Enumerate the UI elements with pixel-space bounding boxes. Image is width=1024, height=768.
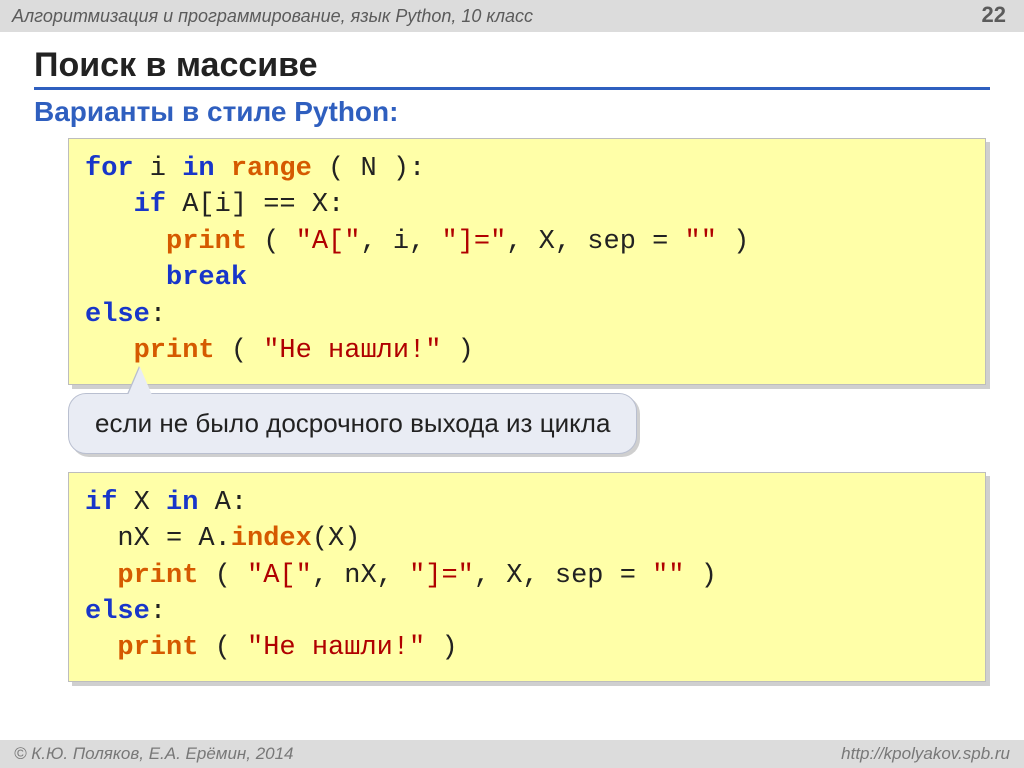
code-text: i [134,154,183,184]
code-text: ) [717,227,749,257]
header-bar: Алгоритмизация и программирование, язык … [0,0,1024,32]
code-text: , i, [360,227,441,257]
callout-wrap: если не было досрочного выхода из цикла [68,393,986,454]
code-text: ) [425,633,457,663]
kw-else: else [85,300,150,330]
kw-in: in [182,154,214,184]
code-text: ( [247,227,296,257]
code-block-1: for i in range ( N ): if A[i] == X: prin… [68,138,986,385]
page-number: 22 [982,2,1006,28]
str: "Не нашли!" [247,633,425,663]
code-text [85,190,134,220]
code-block-2: if X in A: nX = A.index(X) print ( "A[",… [68,472,986,682]
title-underline [34,87,990,90]
fn-print: print [117,633,198,663]
fn-print: print [134,336,215,366]
str: "A[" [247,561,312,591]
copyright: © К.Ю. Поляков, Е.А. Ерёмин, 2014 [14,744,294,764]
kw-if: if [134,190,166,220]
code-text [215,154,231,184]
code-text: A: [198,488,247,518]
code-text: ( [198,561,247,591]
footer-url: http://kpolyakov.spb.ru [841,744,1010,764]
course-title: Алгоритмизация и программирование, язык … [12,6,533,27]
code-text [85,227,166,257]
code-text: : [150,300,166,330]
str: "" [652,561,684,591]
code-text: A[i] == X: [166,190,344,220]
str: "]=" [409,561,474,591]
callout-bubble: если не было досрочного выхода из цикла [68,393,637,454]
code-text: ( N ): [312,154,425,184]
code-text: ) [685,561,717,591]
kw-in: in [166,488,198,518]
callout-tail-icon [128,367,152,395]
slide-subtitle: Варианты в стиле Python: [34,96,990,128]
code-text: X [117,488,166,518]
callout-text: если не было досрочного выхода из цикла [95,408,610,438]
fn-range: range [231,154,312,184]
code-text: , X, sep = [474,561,652,591]
footer-bar: © К.Ю. Поляков, Е.А. Ерёмин, 2014 http:/… [0,740,1024,768]
code-text: ( [215,336,264,366]
fn-print: print [117,561,198,591]
kw-break: break [166,263,247,293]
code-text: , X, sep = [506,227,684,257]
str: "]=" [441,227,506,257]
fn-print: print [166,227,247,257]
slide: Алгоритмизация и программирование, язык … [0,0,1024,768]
code-text: nX = A. [85,524,231,554]
code-text: ( [198,633,247,663]
slide-title: Поиск в массиве [34,46,990,85]
code-text [85,336,134,366]
kw-else: else [85,597,150,627]
code-text [85,633,117,663]
code-text [85,561,117,591]
code-text: , nX, [312,561,409,591]
kw-for: for [85,154,134,184]
str: "A[" [296,227,361,257]
kw-if: if [85,488,117,518]
str: "" [685,227,717,257]
code-text: ) [441,336,473,366]
str: "Не нашли!" [263,336,441,366]
code-text: (X) [312,524,361,554]
fn-index: index [231,524,312,554]
code-text [85,263,166,293]
code-text: : [150,597,166,627]
content: Поиск в массиве Варианты в стиле Python:… [0,32,1024,682]
